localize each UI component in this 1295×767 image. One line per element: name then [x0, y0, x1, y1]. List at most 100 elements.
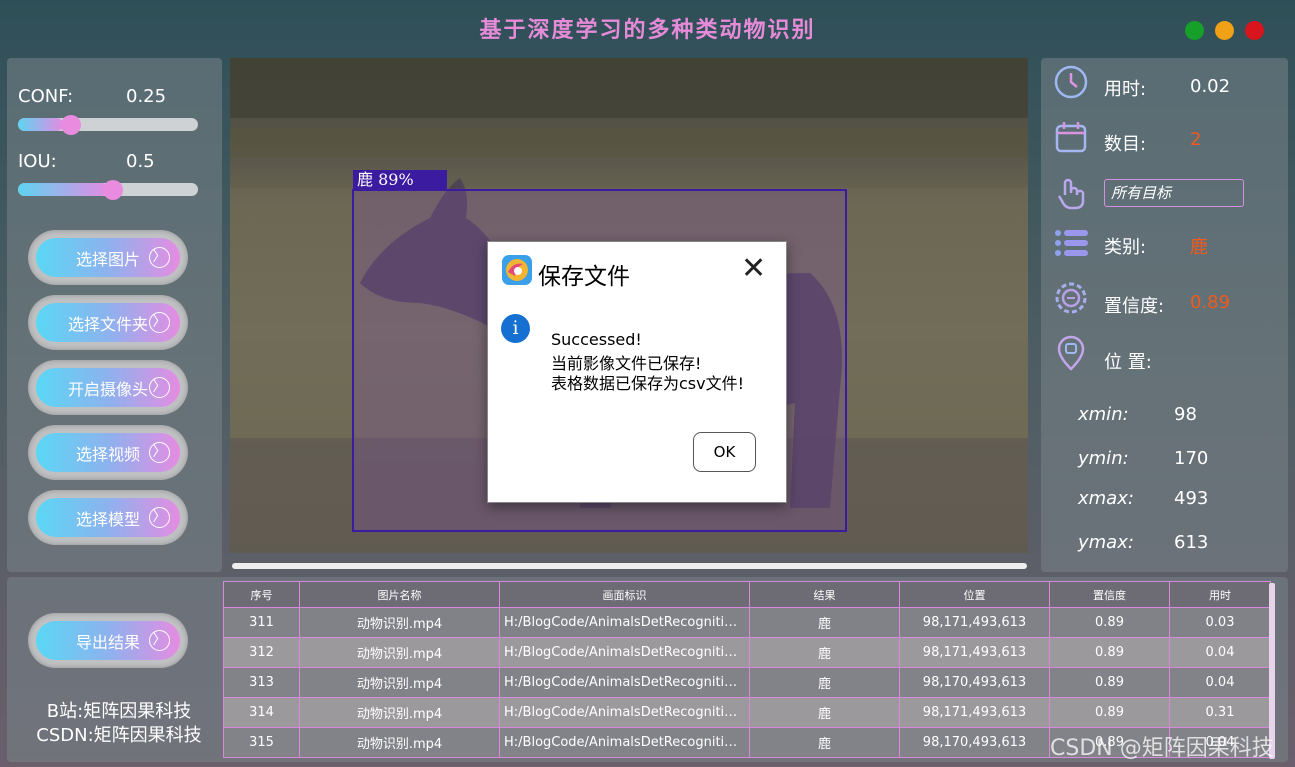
chevron-right-icon: 〉: [149, 507, 170, 528]
ymin-label: ymin:: [1078, 448, 1129, 469]
select-video-button[interactable]: 选择视频〉: [28, 425, 188, 480]
conf-slider-fill: [18, 118, 63, 131]
list-icon: [1055, 230, 1088, 256]
detection-label: 鹿 89%: [357, 170, 414, 189]
table-cell: 315: [223, 727, 300, 758]
table-cell: H:/BlogCode/AnimalsDetRecognition...: [499, 607, 750, 638]
class-label: 类别:: [1104, 237, 1147, 258]
table-row[interactable]: 313 动物识别.mp4 H:/BlogCode/AnimalsDetRecogni…: [223, 667, 1271, 698]
ok-button[interactable]: OK: [693, 432, 756, 472]
credit-bilibili: B站:矩阵因果科技: [46, 701, 192, 722]
credit-text: B站:矩阵因果科技 CSDN:矩阵因果科技: [24, 700, 214, 748]
chevron-right-icon: 〉: [149, 377, 170, 398]
save-file-dialog: 保存文件 ✕ i Successed! 当前影像文件已保存! 表格数据已保存为c…: [487, 241, 787, 503]
dialog-message-title: Successed!: [551, 330, 642, 349]
position-label: 位 置:: [1104, 352, 1152, 373]
maximize-button[interactable]: [1185, 21, 1204, 40]
conf-slider[interactable]: [18, 118, 198, 131]
table-cell: 314: [223, 697, 300, 728]
table-row[interactable]: 312 动物识别.mp4 H:/BlogCode/AnimalsDetRecogni…: [223, 637, 1271, 668]
time-value: 0.02: [1190, 76, 1231, 97]
open-camera-button[interactable]: 开启摄像头〉: [28, 360, 188, 415]
table-cell: 动物识别.mp4: [299, 667, 500, 698]
table-cell: 98,171,493,613: [899, 697, 1050, 728]
close-button[interactable]: [1245, 21, 1264, 40]
table-cell: 动物识别.mp4: [299, 607, 500, 638]
xmax-value: 493: [1174, 488, 1209, 509]
table-cell: 0.31: [1169, 697, 1271, 728]
table-row[interactable]: 311 动物识别.mp4 H:/BlogCode/AnimalsDetRecogni…: [223, 607, 1271, 638]
table-cell: 98,171,493,613: [899, 637, 1050, 668]
select-model-label: 选择模型: [75, 509, 140, 529]
chevron-right-icon: 〉: [149, 247, 170, 268]
column-header[interactable]: 位置: [899, 581, 1050, 608]
target-select[interactable]: 所有目标: [1104, 179, 1244, 207]
table-cell: 0.04: [1169, 667, 1271, 698]
table-header-row: 序号 图片名称 画面标识 结果 位置 置信度 用时: [223, 581, 1271, 608]
info-icon: i: [501, 314, 530, 343]
column-header[interactable]: 序号: [223, 581, 300, 608]
table-cell: H:/BlogCode/AnimalsDetRecognition...: [499, 727, 750, 758]
confidence-label: 置信度:: [1104, 296, 1165, 317]
app-logo-icon: [502, 255, 532, 285]
export-results-label: 导出结果: [75, 632, 140, 652]
watermark: CSDN @矩阵因果科技: [1050, 736, 1274, 761]
table-cell: 0.89: [1049, 637, 1170, 668]
table-row[interactable]: 314 动物识别.mp4 H:/BlogCode/AnimalsDetRecogni…: [223, 697, 1271, 728]
table-cell: 0.89: [1049, 697, 1170, 728]
image-scrollbar[interactable]: [232, 563, 1027, 569]
column-header[interactable]: 结果: [749, 581, 900, 608]
conf-slider-handle[interactable]: [60, 115, 81, 135]
table-cell: 98,171,493,613: [899, 607, 1050, 638]
column-header[interactable]: 画面标识: [499, 581, 750, 608]
chevron-right-icon: 〉: [149, 442, 170, 463]
select-image-button[interactable]: 选择图片〉: [28, 230, 188, 285]
calendar-icon: [1055, 122, 1087, 153]
conf-value: 0.25: [126, 86, 167, 107]
open-camera-label: 开启摄像头: [67, 379, 148, 399]
touch-icon: [1057, 178, 1085, 210]
count-label: 数目:: [1104, 134, 1147, 155]
select-model-button[interactable]: 选择模型〉: [28, 490, 188, 545]
table-cell: H:/BlogCode/AnimalsDetRecognition...: [499, 697, 750, 728]
dialog-close-icon[interactable]: ✕: [741, 254, 766, 284]
table-cell: 0.89: [1049, 607, 1170, 638]
table-cell: 98,170,493,613: [899, 727, 1050, 758]
table-cell: H:/BlogCode/AnimalsDetRecognition...: [499, 637, 750, 668]
ymin-value: 170: [1174, 448, 1209, 469]
conf-label: CONF:: [18, 86, 74, 107]
select-image-label: 选择图片: [75, 249, 140, 269]
iou-value: 0.5: [126, 151, 155, 172]
column-header[interactable]: 置信度: [1049, 581, 1170, 608]
table-cell: 0.03: [1169, 607, 1271, 638]
select-folder-button[interactable]: 选择文件夹〉: [28, 295, 188, 350]
select-video-label: 选择视频: [75, 444, 140, 464]
xmin-label: xmin:: [1078, 404, 1129, 425]
column-header[interactable]: 图片名称: [299, 581, 500, 608]
table-cell: 311: [223, 607, 300, 638]
export-results-button[interactable]: 导出结果〉: [28, 613, 188, 668]
column-header[interactable]: 用时: [1169, 581, 1271, 608]
table-cell: 鹿: [749, 607, 900, 638]
table-cell: 鹿: [749, 697, 900, 728]
count-value: 2: [1190, 129, 1202, 150]
table-cell: 98,170,493,613: [899, 667, 1050, 698]
table-cell: 鹿: [749, 727, 900, 758]
table-cell: 鹿: [749, 667, 900, 698]
ymax-label: ymax:: [1078, 532, 1134, 553]
gear-icon: [1055, 282, 1087, 314]
xmax-label: xmax:: [1078, 488, 1134, 509]
table-cell: 0.89: [1049, 667, 1170, 698]
xmin-value: 98: [1174, 404, 1197, 425]
chevron-right-icon: 〉: [149, 630, 170, 651]
table-cell: 0.04: [1169, 637, 1271, 668]
time-label: 用时:: [1104, 79, 1147, 100]
iou-slider-handle[interactable]: [103, 180, 123, 200]
chevron-right-icon: 〉: [149, 312, 170, 333]
class-value: 鹿: [1190, 237, 1208, 258]
target-select-value: 所有目标: [1111, 184, 1172, 202]
table-cell: 313: [223, 667, 300, 698]
iou-slider-fill: [18, 183, 108, 196]
minimize-button[interactable]: [1215, 21, 1234, 40]
ymax-value: 613: [1174, 532, 1209, 553]
